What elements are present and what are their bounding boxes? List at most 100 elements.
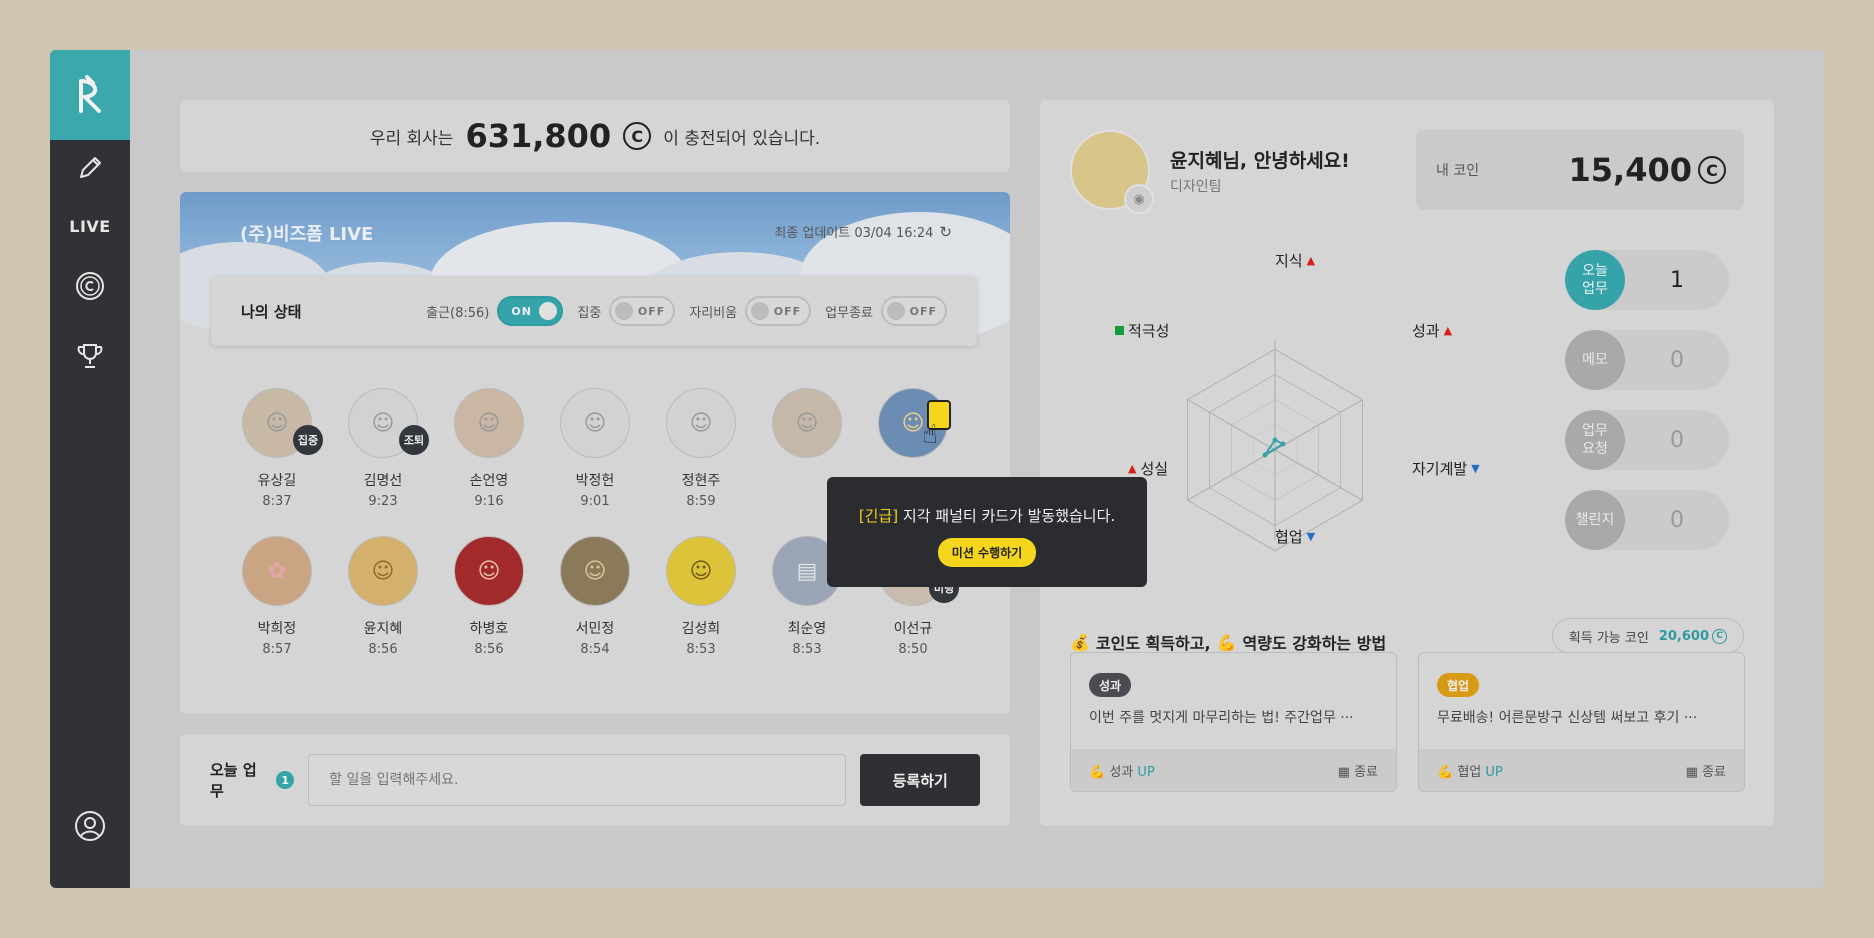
urgent-tag: [긴급]: [858, 507, 899, 525]
radar-label-text: 지식: [1275, 252, 1303, 270]
radar-label-knowledge: 지식 ▲: [1275, 250, 1315, 271]
member-card[interactable]: ☺ 박정헌 9:01: [550, 388, 640, 509]
member-card[interactable]: ✿ 박희정 8:57: [232, 536, 322, 657]
mission-title: 무료배송! 어른문방구 신상템 써보고 후기 ···: [1437, 710, 1698, 726]
radar-label-performance: 성과 ▲: [1412, 320, 1452, 341]
profile-panel: ◉ 윤지혜님, 안녕하세요! 디자인팀 내 코인 15,400 C 지식 ▲ 성…: [1040, 100, 1774, 826]
member-card[interactable]: ☺ 손언영 9:16: [444, 388, 534, 509]
member-card[interactable]: ☺ 하병호 8:56: [444, 536, 534, 657]
toggle-checkin-label: 출근(8:56): [426, 305, 490, 321]
member-time: 8:50: [898, 642, 928, 657]
stat-label: 챌린지: [1565, 490, 1625, 550]
stat-memo[interactable]: 메모 0: [1565, 330, 1729, 390]
money-bag-icon: 💰: [1070, 632, 1090, 652]
muscle-icon: 💪: [1437, 764, 1458, 780]
member-card[interactable]: ☺: [762, 388, 852, 458]
stat-today-task[interactable]: 오늘 업무 1: [1565, 250, 1729, 310]
team-name: 디자인팀: [1170, 179, 1222, 195]
live-title: (주)비즈폼 LIVE: [240, 224, 374, 245]
coin-nav[interactable]: [50, 264, 130, 308]
toggle-away-switch[interactable]: OFF: [745, 296, 812, 326]
user-icon: [75, 811, 105, 841]
live-panel: (주)비즈폼 LIVE 최종 업데이트 03/04 16:24 ↻ 나의 상태 …: [180, 192, 1010, 714]
mission-end: ▦ 종료: [1338, 761, 1378, 780]
logo[interactable]: [50, 50, 130, 140]
stat-value: 0: [1670, 347, 1684, 373]
urgent-message: [긴급] 지각 패널티 카드가 발동했습니다.: [827, 505, 1147, 526]
balance-prefix: 우리 회사는: [369, 128, 454, 149]
app-window: LIVE 우리 회사는 631,800 C 이 충전되어 있습니다. (주)비즈…: [50, 50, 1824, 888]
live-nav[interactable]: LIVE: [50, 204, 130, 248]
calendar-icon: ▦: [1685, 764, 1703, 780]
toggle-focus-switch[interactable]: OFF: [609, 296, 676, 326]
mission-tag: 협업: [1437, 673, 1480, 697]
member-card[interactable]: ☺ 조퇴 김명선 9:23: [338, 388, 429, 509]
member-name: 김명선: [363, 473, 403, 489]
avatar: ☺ 조퇴: [348, 388, 429, 458]
coin-symbol-icon: C: [1712, 628, 1727, 644]
down-arrow-icon: ▼: [1306, 530, 1316, 543]
mission-card[interactable]: 성과 이번 주를 멋지게 마무리하는 법! 주간업무 ··· 💪 성과 UP ▦…: [1070, 652, 1397, 792]
stat-challenge[interactable]: 챌린지 0: [1565, 490, 1729, 550]
toggle-state: OFF: [909, 304, 937, 318]
member-card[interactable]: ☺ 집중 유상길 8:37: [232, 388, 323, 509]
reward-label: 협업: [1457, 764, 1482, 780]
member-time: 8:53: [792, 642, 822, 657]
toggle-focus-label: 집중: [577, 305, 602, 321]
my-coin-box: 내 코인 15,400 C: [1416, 130, 1744, 210]
toggle-checkin: 출근(8:56) ON: [426, 296, 564, 326]
muscle-icon: 💪: [1216, 632, 1237, 652]
my-coin-value: 15,400: [1568, 151, 1692, 189]
radar-label-text: 자기계발: [1412, 460, 1468, 478]
edit-nav[interactable]: [50, 146, 130, 190]
urgent-text: 지각 패널티 카드가 발동했습니다.: [902, 507, 1116, 525]
radar-label-text: 성실: [1140, 460, 1169, 478]
avatar: ☺: [772, 388, 842, 458]
my-avatar[interactable]: ◉: [1070, 130, 1154, 214]
stat-work-request[interactable]: 업무 요청 0: [1565, 410, 1729, 470]
member-card[interactable]: ☺ 정현주 8:59: [656, 388, 746, 509]
member-card[interactable]: ☺ 서민정 8:54: [550, 536, 640, 657]
profile-nav[interactable]: [50, 804, 130, 848]
today-task-text: 오늘 업무: [210, 761, 257, 800]
howto-part2: 역량도 강화하는 방법: [1242, 634, 1387, 653]
avatar: ✿: [242, 536, 312, 606]
avatar: ☺ 집중: [242, 388, 323, 458]
hand-pointer-icon: ☝: [922, 420, 938, 450]
member-name: 하병호: [469, 621, 509, 637]
member-name: 박정헌: [575, 473, 615, 489]
my-coin-label: 내 코인: [1436, 163, 1480, 179]
stat-value: 0: [1670, 427, 1684, 453]
radar-label-text: 적극성: [1128, 322, 1170, 340]
today-task-label: 오늘 업무 1: [210, 759, 295, 801]
toggle-leave-switch[interactable]: OFF: [881, 296, 947, 326]
toggle-away: 자리비움 OFF: [689, 296, 812, 326]
trophy-nav[interactable]: [50, 334, 130, 378]
register-button[interactable]: 등록하기: [860, 754, 980, 806]
member-name: 최순영: [787, 621, 827, 637]
refresh-icon[interactable]: ↻: [939, 223, 952, 241]
member-name: 김성희: [681, 621, 721, 637]
coin-symbol-icon: C: [623, 122, 652, 150]
radar-label-text: 성과: [1412, 322, 1440, 340]
member-time: 8:59: [686, 494, 716, 509]
toggle-checkin-switch[interactable]: ON: [497, 296, 564, 326]
calendar-icon: ▦: [1337, 764, 1355, 780]
mission-reward: 💪 협업 UP: [1437, 761, 1503, 780]
my-status-label: 나의 상태: [241, 302, 302, 321]
avatar: ☺: [348, 536, 418, 606]
radar-label-collaboration: 협업 ▼: [1275, 526, 1315, 547]
mission-start-button[interactable]: 미션 수행하기: [937, 538, 1037, 567]
member-time: 9:16: [474, 494, 504, 509]
camera-icon[interactable]: ◉: [1124, 184, 1154, 214]
member-card[interactable]: ☺ 윤지혜 8:56: [338, 536, 428, 657]
member-name: 윤지혜: [363, 621, 403, 637]
member-card[interactable]: ☺ 김성희 8:53: [656, 536, 746, 657]
mission-card[interactable]: 협업 무료배송! 어른문방구 신상템 써보고 후기 ··· 💪 협업 UP ▦ …: [1418, 652, 1745, 792]
toggle-leave-label: 업무종료: [825, 305, 873, 321]
stat-label: 오늘 업무: [1565, 250, 1625, 310]
pencil-icon: [80, 157, 101, 178]
radar-label-sincerity: ▲ 성실: [1128, 458, 1168, 479]
stat-label: 업무 요청: [1565, 410, 1625, 470]
task-input[interactable]: [308, 754, 847, 806]
